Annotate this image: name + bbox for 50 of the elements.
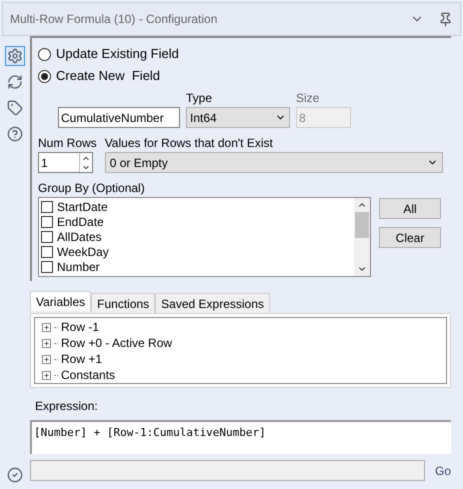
settings-icon	[7, 48, 23, 64]
checkbox[interactable]	[41, 200, 53, 212]
scrollbar[interactable]	[354, 198, 370, 276]
group-by-label: Group By (Optional)	[38, 180, 146, 197]
pin-icon[interactable]	[438, 12, 453, 26]
checkbox[interactable]	[41, 260, 53, 272]
field-name-input[interactable]: CumulativeNumber	[58, 107, 180, 128]
tree-item[interactable]: Constants	[61, 366, 116, 384]
radio-button[interactable]	[38, 70, 51, 82]
checkbox[interactable]	[41, 246, 53, 258]
checkbox[interactable]	[41, 230, 53, 242]
missing-values-label: Values for Rows that don't Exist	[104, 135, 274, 152]
list-item-label: WeekDay	[57, 246, 109, 258]
help-icon	[7, 126, 23, 142]
expression-label: Expression:	[35, 398, 99, 415]
window-title: Multi-Row Formula (10) - Configuration	[10, 11, 218, 28]
tree-item[interactable]: Row -1	[61, 318, 100, 336]
tag-icon	[7, 100, 23, 116]
type-label: Type	[186, 90, 214, 107]
sidebar-tab[interactable]	[5, 98, 25, 118]
missing-values-dropdown[interactable]: 0 or Empty	[104, 152, 443, 173]
radio-button[interactable]	[38, 48, 51, 60]
sidebar-tab[interactable]	[5, 46, 25, 66]
checkbox[interactable]	[41, 216, 53, 228]
tree-item[interactable]: Row +1	[61, 350, 102, 368]
go-button[interactable]: Go	[434, 462, 451, 480]
expand-toggle[interactable]	[42, 338, 51, 348]
list-button[interactable]: Clear	[379, 227, 441, 248]
expression-editor[interactable]: [Number] + [Row-1:CumulativeNumber]	[30, 420, 451, 454]
refresh-icon	[7, 74, 23, 90]
tab[interactable]: Variables	[30, 291, 92, 311]
num-rows-spinner[interactable]: 1	[38, 152, 93, 173]
type-dropdown[interactable]: Int64	[186, 107, 290, 128]
tab[interactable]: Saved Expressions	[155, 293, 270, 313]
list-button[interactable]: All	[379, 198, 441, 219]
check-circle-icon	[7, 467, 23, 483]
expand-toggle[interactable]	[42, 322, 51, 332]
radio-label: Create New Field	[56, 67, 160, 86]
list-item-label: EndDate	[57, 216, 104, 228]
list-item-label: StartDate	[57, 200, 108, 212]
sidebar-tab[interactable]	[5, 124, 25, 144]
tree-item[interactable]: Row +0 - Active Row	[61, 334, 172, 352]
size-label: Size	[296, 90, 320, 107]
expand-toggle[interactable]	[42, 354, 51, 364]
radio-label: Update Existing Field	[56, 45, 179, 64]
tab[interactable]: Functions	[91, 293, 156, 313]
expand-toggle[interactable]	[42, 370, 51, 380]
num-rows-label: Num Rows	[38, 135, 97, 152]
list-item-label: AllDates	[57, 230, 102, 242]
list-item-label: Number	[57, 260, 100, 272]
